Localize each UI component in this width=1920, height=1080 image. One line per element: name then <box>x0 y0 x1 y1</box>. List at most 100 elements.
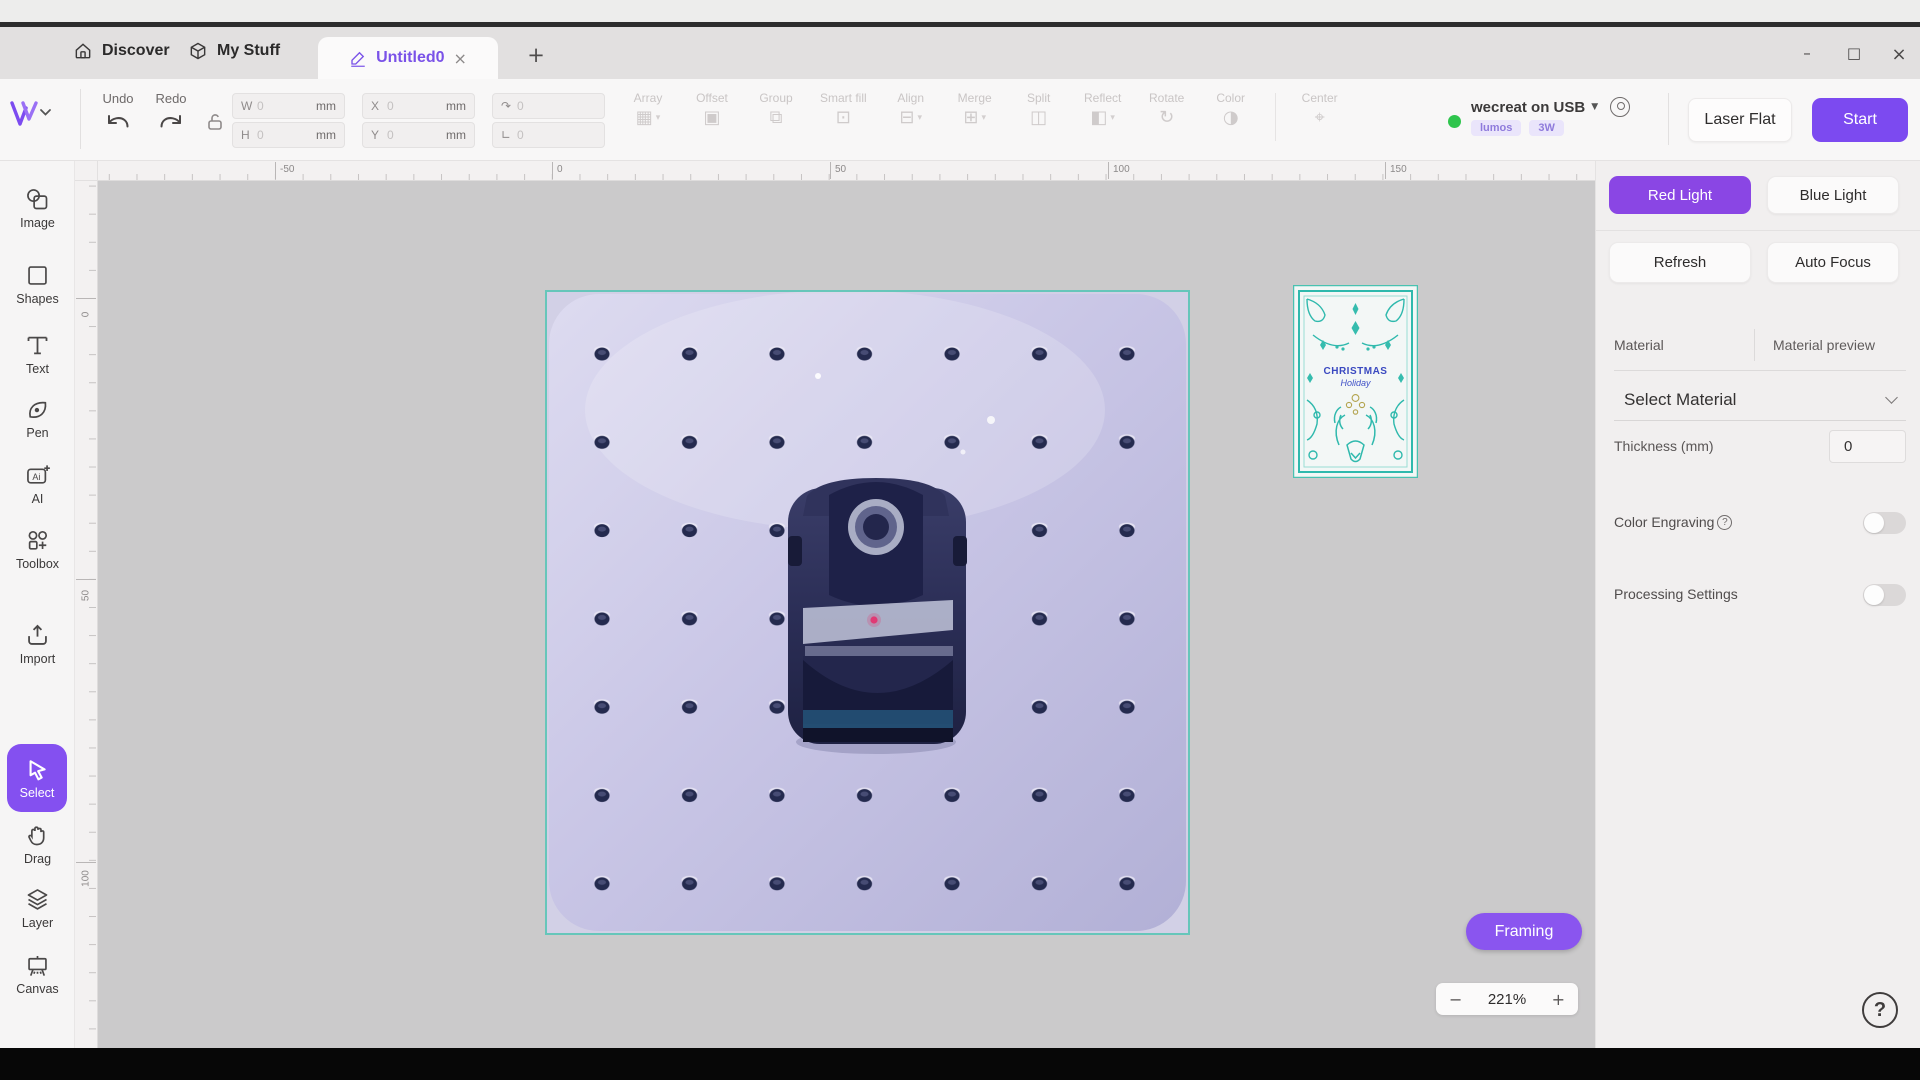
tool-split-label: Split <box>1027 91 1050 105</box>
device-status[interactable]: wecreat on USB ▼ lumos 3W <box>1448 97 1630 136</box>
window-close-button[interactable]: × <box>1886 44 1912 65</box>
arrange-tools: Array ▦▾ Offset ▣ Group ⧉ Smart fill ⊡ A… <box>628 91 1340 141</box>
tab-close-icon[interactable]: × <box>454 49 467 68</box>
undo-arrow-icon <box>105 112 131 134</box>
zoom-out-button[interactable]: − <box>1449 990 1462 1009</box>
device-online-dot <box>1448 115 1461 128</box>
select-material-dropdown[interactable]: Select Material <box>1614 379 1906 421</box>
cube-icon <box>188 41 208 61</box>
x-field[interactable]: X 0 mm <box>362 93 475 119</box>
edit-pen-icon <box>349 49 367 67</box>
skew-field[interactable]: ∟ 0 <box>492 122 605 148</box>
sidebar-item-drag[interactable]: Drag <box>0 822 75 866</box>
design-title-text: CHRISTMAS <box>1324 366 1388 377</box>
ruler-mark: 100 <box>1108 162 1130 179</box>
device-badge-power: 3W <box>1529 120 1564 136</box>
tab-untitled0-label: Untitled0 <box>376 49 444 67</box>
sidebar-item-drag-label: Drag <box>24 852 51 866</box>
rotation-fields: ↷ 0 ∟ 0 <box>492 93 605 148</box>
offset-icon: ▣ <box>703 109 720 127</box>
sidebar-item-image-label: Image <box>20 216 55 230</box>
framing-label: Framing <box>1495 923 1554 941</box>
width-field[interactable]: W 0 mm <box>232 93 345 119</box>
device-name: wecreat on USB <box>1471 99 1585 116</box>
sidebar-item-text[interactable]: Text <box>0 332 75 376</box>
window-maximize-button[interactable]: □ <box>1841 44 1867 62</box>
tool-group: Group ⧉ <box>756 91 796 127</box>
material-preview-tab[interactable]: Material preview <box>1773 337 1875 353</box>
sidebar-item-shapes-label: Shapes <box>16 292 58 306</box>
tab-discover[interactable]: Discover <box>73 41 170 61</box>
laser-flat-button[interactable]: Laser Flat <box>1688 98 1792 142</box>
material-tab[interactable]: Material <box>1614 337 1664 353</box>
refresh-label: Refresh <box>1654 254 1707 271</box>
start-button[interactable]: Start <box>1812 98 1908 142</box>
blue-light-button[interactable]: Blue Light <box>1767 176 1899 214</box>
sidebar-item-ai[interactable]: Ai AI <box>0 462 75 506</box>
main-toolbar: Undo Redo W 0 mm H 0 mm X 0 <box>0 79 1920 161</box>
sidebar-item-toolbox[interactable]: Toolbox <box>0 527 75 571</box>
zoom-in-button[interactable]: + <box>1552 990 1565 1009</box>
design-object[interactable]: CHRISTMAS Holiday <box>1293 285 1418 478</box>
material-tabs: Material Material preview <box>1596 329 1920 371</box>
tool-align-label: Align <box>897 91 924 105</box>
height-field[interactable]: H 0 mm <box>232 122 345 148</box>
tab-my-stuff[interactable]: My Stuff <box>188 41 280 61</box>
tool-split: Split ◫ <box>1019 91 1059 127</box>
text-icon <box>24 332 51 359</box>
undo-button[interactable]: Undo <box>95 91 141 137</box>
bed-camera-image[interactable] <box>545 290 1190 935</box>
thickness-input[interactable]: 0 <box>1829 430 1906 463</box>
sidebar-item-select[interactable]: Select <box>7 744 67 812</box>
auto-focus-button[interactable]: Auto Focus <box>1767 242 1899 283</box>
redo-button[interactable]: Redo <box>148 91 194 137</box>
layer-icon <box>24 886 51 913</box>
sidebar-item-image[interactable]: Image <box>0 186 75 230</box>
shapes-icon <box>24 262 51 289</box>
device-chevron-down-icon[interactable]: ▼ <box>1591 102 1598 112</box>
chevron-down-icon: ▾ <box>917 113 922 123</box>
thickness-value: 0 <box>1844 438 1852 455</box>
sidebar-item-import[interactable]: Import <box>0 622 75 666</box>
rotate-field[interactable]: ↷ 0 <box>492 93 605 119</box>
smart-fill-icon: ⊡ <box>836 109 851 127</box>
framing-button[interactable]: Framing <box>1466 913 1582 950</box>
ruler-mark: 0 <box>76 298 96 320</box>
sidebar-item-text-label: Text <box>26 362 49 376</box>
lock-ratio-toggle[interactable] <box>206 112 224 137</box>
wecreat-logo-icon <box>8 95 52 131</box>
app-menu[interactable] <box>8 95 52 131</box>
sidebar-item-layer[interactable]: Layer <box>0 886 75 930</box>
sidebar-item-select-label: Select <box>20 786 55 800</box>
sidebar-item-shapes[interactable]: Shapes <box>0 262 75 306</box>
device-camera-icon[interactable] <box>1610 97 1630 117</box>
refresh-button[interactable]: Refresh <box>1609 242 1751 283</box>
tab-untitled0[interactable]: Untitled0 × <box>318 37 498 79</box>
panel-divider <box>1596 230 1920 231</box>
color-engraving-toggle[interactable] <box>1863 512 1906 534</box>
help-question-icon[interactable]: ? <box>1717 515 1732 530</box>
design-canvas[interactable]: CHRISTMAS Holiday Framing − 221% + <box>98 181 1595 1048</box>
start-label: Start <box>1843 111 1877 129</box>
toolbar-divider <box>1668 93 1669 145</box>
split-icon: ◫ <box>1030 109 1047 127</box>
zoom-level[interactable]: 221% <box>1488 991 1526 1008</box>
new-tab-button[interactable]: + <box>524 43 548 67</box>
width-field-label: W <box>241 99 257 113</box>
reflect-icon: ◧ <box>1090 109 1107 127</box>
color-engraving-label: Color Engraving <box>1614 514 1714 530</box>
red-light-button[interactable]: Red Light <box>1609 176 1751 214</box>
sidebar-item-pen[interactable]: Pen <box>0 396 75 440</box>
width-field-value: 0 <box>257 99 316 113</box>
height-field-value: 0 <box>257 128 316 142</box>
help-button[interactable]: ? <box>1862 992 1898 1028</box>
thickness-label: Thickness (mm) <box>1614 438 1714 454</box>
redo-arrow-icon <box>158 112 184 134</box>
tool-reflect: Reflect ◧▾ <box>1083 91 1123 127</box>
window-minimize-button[interactable]: – <box>1794 44 1820 62</box>
y-field[interactable]: Y 0 mm <box>362 122 475 148</box>
tool-array: Array ▦▾ <box>628 91 668 127</box>
sidebar-item-canvas[interactable]: Canvas <box>0 952 75 996</box>
processing-settings-toggle[interactable] <box>1863 584 1906 606</box>
skew-angle-icon: ∟ <box>501 128 517 142</box>
